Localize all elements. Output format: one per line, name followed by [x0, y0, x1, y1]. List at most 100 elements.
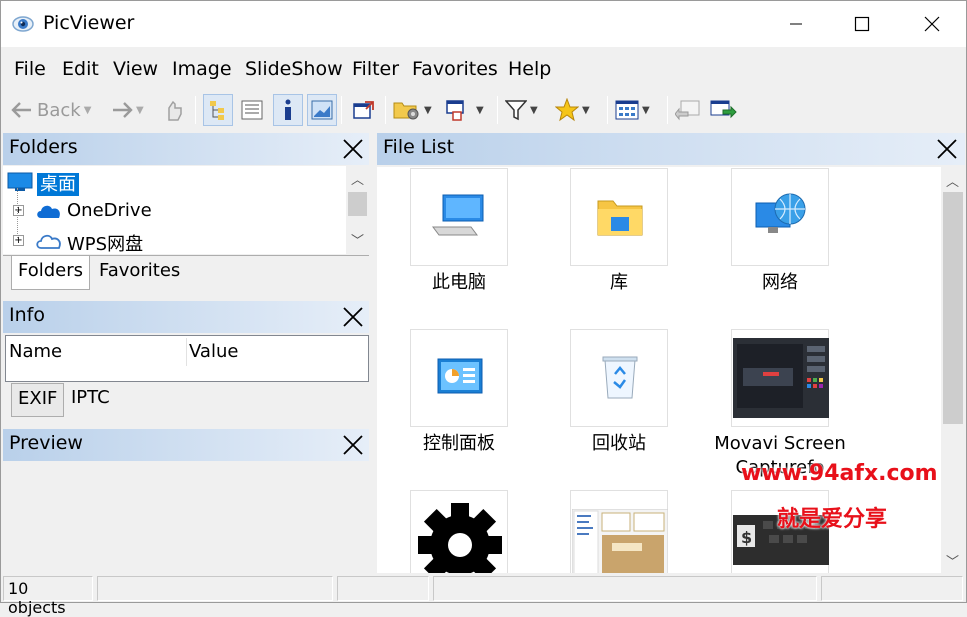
status-cell: [337, 576, 429, 601]
copy-to-icon: [446, 100, 464, 121]
menu-slideshow[interactable]: SlideShow: [245, 58, 343, 80]
folder-tree-scrollbar[interactable]: ︿ ﹀: [346, 166, 369, 254]
info-column-name[interactable]: Name: [9, 341, 62, 362]
file-item-screenshot[interactable]: [570, 490, 668, 573]
preview-pane-header: Preview: [3, 429, 369, 461]
favorites-button[interactable]: ▼: [555, 94, 590, 126]
tab-folders[interactable]: Folders: [11, 256, 91, 290]
status-cell: [821, 576, 963, 601]
file-item-label: 此电脑: [432, 272, 486, 293]
menu-favorites[interactable]: Favorites: [412, 58, 498, 80]
fullscreen-button[interactable]: [349, 94, 379, 126]
folder-tree-toggle-button[interactable]: [203, 94, 233, 126]
info-pane-header: Info: [3, 301, 369, 333]
file-item-movavi[interactable]: [731, 329, 829, 427]
title-bar: PicViewer: [1, 1, 966, 47]
status-bar: 10 objects: [1, 574, 966, 617]
menu-file[interactable]: File: [14, 58, 46, 80]
preview-area: [3, 461, 369, 573]
wps-cloud-icon: [36, 234, 61, 249]
star-icon: [555, 98, 579, 122]
menu-help[interactable]: Help: [508, 58, 551, 80]
toolbar-separator: [385, 96, 386, 124]
scroll-up-icon[interactable]: ︿: [351, 169, 364, 188]
export-button[interactable]: [709, 94, 737, 126]
tab-exif[interactable]: EXIF: [11, 383, 65, 417]
file-item-control-panel[interactable]: [410, 329, 508, 427]
column-divider[interactable]: [186, 338, 187, 366]
expand-icon[interactable]: +: [13, 235, 24, 246]
tree-item-onedrive[interactable]: + OneDrive: [3, 196, 343, 226]
menu-filter[interactable]: Filter: [352, 58, 399, 80]
tab-iptc[interactable]: IPTC: [65, 383, 116, 417]
maximize-button[interactable]: [827, 1, 897, 47]
filter-button[interactable]: ▼: [505, 94, 538, 126]
maximize-icon: [854, 16, 870, 32]
file-list-scrollbar[interactable]: ︿ ﹀: [941, 167, 965, 573]
copy-move-dropdown-icon: ▼: [476, 104, 484, 116]
pane-splitter[interactable]: [370, 132, 376, 574]
import-button[interactable]: [675, 94, 703, 126]
forward-button[interactable]: ▼: [111, 94, 144, 126]
copy-move-button[interactable]: ▼: [445, 94, 484, 126]
folder-gear-icon: [393, 102, 419, 120]
up-folder-button[interactable]: [161, 94, 185, 126]
scroll-thumb[interactable]: [943, 192, 963, 424]
watermark-slogan: 就是爱分享: [777, 507, 888, 532]
folders-tabbar: Folders Favorites: [3, 255, 369, 291]
grid-view-icon: [615, 100, 639, 120]
close-filelist-pane-icon[interactable]: [935, 137, 959, 161]
file-item-network[interactable]: [731, 168, 829, 266]
menu-view[interactable]: View: [113, 58, 158, 80]
thumbnail-size-button[interactable]: ▼: [615, 94, 650, 126]
menu-image[interactable]: Image: [172, 58, 232, 80]
file-item-this-pc[interactable]: [410, 168, 508, 266]
computer-icon: [432, 194, 484, 236]
file-item-label: 库: [610, 272, 628, 293]
scroll-up-icon[interactable]: ︿: [946, 171, 959, 190]
thumbnail-size-dropdown-icon: ▼: [642, 104, 650, 116]
window-title: PicViewer: [43, 12, 135, 34]
tree-item-label: 桌面: [37, 173, 79, 196]
close-info-pane-icon[interactable]: [341, 305, 365, 329]
fullscreen-window-icon: [353, 101, 374, 119]
file-item-library[interactable]: [570, 168, 668, 266]
screenshot-thumbnail: [572, 509, 668, 573]
forward-arrow-icon: [113, 102, 133, 118]
minimize-icon: [790, 23, 802, 25]
funnel-icon: [505, 100, 527, 121]
close-preview-pane-icon[interactable]: [341, 433, 365, 457]
scroll-down-icon[interactable]: ﹀: [946, 551, 959, 570]
tree-item-desktop[interactable]: 桌面: [3, 166, 343, 196]
file-item-label: 控制面板: [423, 433, 495, 454]
scroll-thumb[interactable]: [348, 192, 367, 216]
back-button[interactable]: Back ▼: [11, 94, 91, 126]
tree-item-wps[interactable]: + WPS网盘: [3, 226, 343, 256]
status-cell: [433, 576, 817, 601]
toolbar-separator: [341, 96, 342, 124]
list-icon: [241, 100, 263, 120]
tree-view-icon: [210, 101, 224, 120]
open-folder-button[interactable]: ▼: [393, 94, 432, 126]
info-column-value[interactable]: Value: [189, 341, 238, 362]
export-arrow-icon: [710, 100, 737, 119]
library-folder-icon: [597, 200, 643, 236]
close-button[interactable]: [897, 1, 967, 47]
tab-favorites[interactable]: Favorites: [93, 256, 186, 290]
tree-item-label: WPS网盘: [67, 234, 144, 255]
preview-toggle-button[interactable]: [307, 94, 337, 126]
list-view-button[interactable]: [237, 94, 267, 126]
expand-icon[interactable]: +: [13, 205, 24, 216]
info-toggle-button[interactable]: [273, 94, 303, 126]
menu-edit[interactable]: Edit: [62, 58, 99, 80]
toolbar-separator: [497, 96, 498, 124]
picviewer-app-icon: [12, 16, 34, 32]
preview-pane-title: Preview: [9, 432, 83, 454]
scroll-down-icon[interactable]: ﹀: [351, 230, 364, 249]
filter-dropdown-icon: ▼: [530, 104, 538, 116]
minimize-button[interactable]: [761, 1, 831, 47]
file-item-recycle-bin[interactable]: [570, 329, 668, 427]
forward-dropdown-icon: ▼: [136, 104, 144, 116]
file-item-settings[interactable]: [410, 490, 508, 573]
close-folders-pane-icon[interactable]: [341, 137, 365, 161]
